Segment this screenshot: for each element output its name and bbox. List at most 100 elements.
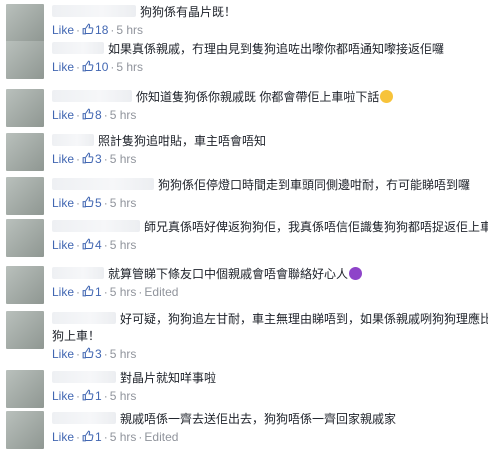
commenter-name-blurred[interactable] [52,371,116,383]
like-count-button[interactable]: 18 [82,23,108,37]
comment-text-line: 親戚唔係一齊去送佢出去，狗狗唔係一齊回家親戚家 [52,411,484,428]
comment-text-line: 好可疑，狗狗追左甘耐，車主無理由睇唔到，如果係親戚咧狗狗理應比狗 [52,311,488,328]
thumbs-up-icon [82,108,94,120]
comment-timestamp[interactable]: 5 hrs [110,152,137,166]
commenter-name-blurred[interactable] [52,412,116,424]
separator-dot: · [76,196,81,210]
like-count: 3 [95,347,102,361]
separator-dot: · [103,389,108,403]
commenter-name-blurred[interactable] [52,42,104,54]
commenter-avatar[interactable] [6,177,44,215]
like-link[interactable]: Like [52,108,74,122]
separator-dot: · [103,196,108,210]
like-count: 5 [95,196,102,210]
comment-text: 狗上車！ [52,329,101,343]
like-count-button[interactable]: 5 [82,196,102,210]
like-count-button[interactable]: 1 [82,285,102,299]
commenter-name-blurred[interactable] [52,267,104,279]
comment-body: 親戚唔係一齊去送佢出去，狗狗唔係一齊回家親戚家 Like · 1 · 5 hrs · Edit… [52,411,484,445]
like-link[interactable]: Like [52,152,74,166]
comment-body: 狗狗係佢停燈口時間走到車頭同側邊咁耐，冇可能睇唔到囉 Like · 5 · 5 hrs [52,177,484,211]
comment-body: 狗狗係有晶片既！ Like · 18 · 5 hrs [52,4,484,38]
separator-dot: · [103,430,108,444]
separator-dot: · [76,347,81,361]
comment-body: 對晶片就知咩事啦 Like · 1 · 5 hrs [52,370,484,404]
like-link[interactable]: Like [52,430,74,444]
like-link[interactable]: Like [52,60,74,74]
separator-dot: · [76,389,81,403]
comment-timestamp[interactable]: 5 hrs [110,347,137,361]
commenter-avatar[interactable] [6,311,44,349]
like-count: 10 [95,60,109,74]
like-count-button[interactable]: 3 [82,152,102,166]
comment-timestamp[interactable]: 5 hrs [110,196,137,210]
like-link[interactable]: Like [52,285,74,299]
comment-timestamp[interactable]: 5 hrs [116,23,143,37]
edited-label[interactable]: Edited [144,430,178,444]
comment-timestamp[interactable]: 5 hrs [110,389,137,403]
commenter-avatar[interactable] [6,4,44,42]
comment-text: 狗狗係有晶片既！ [140,5,237,19]
comment-text-line: 你知道隻狗係你親戚既 你都會帶佢上車啦下話 [52,89,484,106]
separator-dot: · [138,430,143,444]
like-count: 8 [95,108,102,122]
commenter-name-blurred[interactable] [52,220,140,232]
comment-timestamp[interactable]: 5 hrs [110,430,137,444]
separator-dot: · [76,285,81,299]
comment-meta: Like · 5 · 5 hrs [52,195,484,211]
comment-body: 就算管睇下條友口中個親戚會唔會聯絡好心人 Like · 1 · 5 hrs · Edited [52,266,484,300]
comment-timestamp[interactable]: 5 hrs [110,285,137,299]
like-count-button[interactable]: 1 [82,430,102,444]
like-count-button[interactable]: 10 [82,60,108,74]
comment-timestamp[interactable]: 5 hrs [110,238,137,252]
separator-dot: · [110,60,115,74]
comment-text: 就算管睇下條友口中個親戚會唔會聯絡好心人 [108,267,349,281]
commenter-avatar[interactable] [6,133,44,171]
commenter-avatar[interactable] [6,219,44,257]
like-count: 3 [95,152,102,166]
like-link[interactable]: Like [52,389,74,403]
comment-text-line: 狗狗係有晶片既！ [52,4,484,21]
comment-meta: Like · 3 · 5 hrs [52,151,484,167]
commenter-name-blurred[interactable] [52,134,94,146]
comment-meta: Like · 1 · 5 hrs [52,388,484,404]
commenter-avatar[interactable] [6,370,44,408]
commenter-name-blurred[interactable] [52,90,132,102]
comment-list: 狗狗係有晶片既！ Like · 18 · 5 hrs 如果真係親戚，冇理由見到隻狗追咗出嚟你… [0,0,488,452]
separator-dot: · [103,152,108,166]
thumbs-up-icon [82,347,94,359]
commenter-avatar[interactable] [6,89,44,127]
commenter-name-blurred[interactable] [52,5,136,17]
like-count: 1 [95,430,102,444]
comment-timestamp[interactable]: 5 hrs [116,60,143,74]
commenter-name-blurred[interactable] [52,178,154,190]
thumbs-up-icon [82,389,94,401]
commenter-avatar[interactable] [6,266,44,304]
comment-meta: Like · 3 · 5 hrs [52,346,484,362]
comment-meta: Like · 10 · 5 hrs [52,59,484,75]
comment-timestamp[interactable]: 5 hrs [110,108,137,122]
thumbs-up-icon [82,60,94,72]
like-count-button[interactable]: 4 [82,238,102,252]
comment-text: 如果真係親戚，冇理由見到隻狗追咗出嚟你都唔通知嚟接返佢囉 [108,42,445,56]
commenter-avatar[interactable] [6,411,44,449]
like-count-button[interactable]: 3 [82,347,102,361]
edited-label[interactable]: Edited [144,285,178,299]
like-count-button[interactable]: 1 [82,389,102,403]
commenter-name-blurred[interactable] [52,312,116,324]
commenter-avatar[interactable] [6,41,44,79]
thumbs-up-icon [82,152,94,164]
comment-text-line: 狗上車！ [52,328,484,345]
separator-dot: · [138,285,143,299]
thumbs-up-icon [82,430,94,442]
thumbs-up-icon [82,285,94,297]
like-link[interactable]: Like [52,238,74,252]
like-link[interactable]: Like [52,23,74,37]
comment-text: 對晶片就知咩事啦 [120,371,217,385]
like-link[interactable]: Like [52,196,74,210]
separator-dot: · [76,238,81,252]
separator-dot: · [76,430,81,444]
comment-text-line: 如果真係親戚，冇理由見到隻狗追咗出嚟你都唔通知嚟接返佢囉 [52,41,484,58]
like-link[interactable]: Like [52,347,74,361]
like-count-button[interactable]: 8 [82,108,102,122]
